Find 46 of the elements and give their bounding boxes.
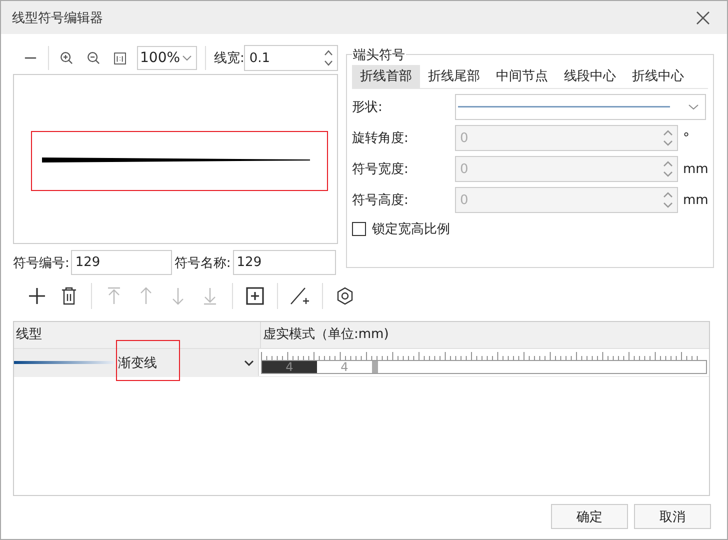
field-label: 符号高度:	[352, 192, 410, 209]
symbol-id-label: 符号编号:	[13, 254, 70, 272]
symbol-id-field[interactable]: 129	[71, 250, 172, 275]
close-icon[interactable]	[696, 10, 710, 24]
unit-label: °	[683, 130, 690, 146]
window-title: 线型符号编辑器	[12, 10, 103, 26]
checkbox-label: 锁定宽高比例	[372, 221, 450, 238]
dash-segment[interactable]: 4	[262, 361, 317, 373]
tab[interactable]: 中间节点	[488, 65, 556, 88]
hexagon-icon[interactable]	[336, 287, 354, 305]
cancel-button[interactable]: 取消	[634, 504, 711, 529]
field-label: 符号宽度:	[352, 161, 410, 178]
dash-pattern-bar[interactable]: 4 4	[261, 360, 707, 374]
tab[interactable]: 折线中心	[624, 65, 692, 88]
line-type-dropdown[interactable]: 渐变线	[118, 354, 157, 372]
shape-dropdown[interactable]	[455, 94, 706, 120]
line-width-label: 线宽:	[214, 50, 244, 67]
line-width-field[interactable]: 0.1	[244, 45, 338, 71]
field-label: 旋转角度:	[352, 130, 410, 147]
zoom-dropdown[interactable]: 100%	[137, 46, 198, 70]
group-title: 端头符号	[352, 46, 406, 64]
zoom-in-icon[interactable]	[60, 51, 73, 65]
zoom-out-icon[interactable]	[86, 51, 100, 65]
actual-size-icon[interactable]	[114, 52, 126, 64]
symbol-name-label: 符号名称:	[174, 254, 231, 272]
add-line-icon[interactable]	[290, 287, 310, 305]
checkbox[interactable]	[352, 222, 366, 236]
column-header: 线型	[14, 322, 261, 348]
field-label: 形状:	[352, 99, 384, 116]
unit-label: mm	[683, 192, 708, 208]
add-icon[interactable]	[28, 287, 46, 305]
chevron-down-icon[interactable]	[244, 360, 254, 366]
tab[interactable]: 折线尾部	[420, 65, 488, 88]
spinner-icon[interactable]	[324, 49, 333, 67]
chevron-down-icon	[182, 55, 192, 61]
unit-label: mm	[683, 162, 708, 176]
ok-button[interactable]: 确定	[551, 504, 628, 529]
insert-icon[interactable]	[246, 287, 264, 305]
column-header: 虚实模式（单位:mm)	[262, 326, 390, 344]
drag-handle[interactable]	[372, 361, 378, 373]
line-shape-icon	[458, 106, 670, 108]
tab[interactable]: 折线首部	[352, 65, 420, 88]
symbol-name-field[interactable]: 129	[232, 250, 336, 275]
tab[interactable]: 线段中心	[556, 65, 624, 88]
delete-icon[interactable]	[61, 287, 77, 305]
chevron-down-icon	[688, 104, 699, 110]
